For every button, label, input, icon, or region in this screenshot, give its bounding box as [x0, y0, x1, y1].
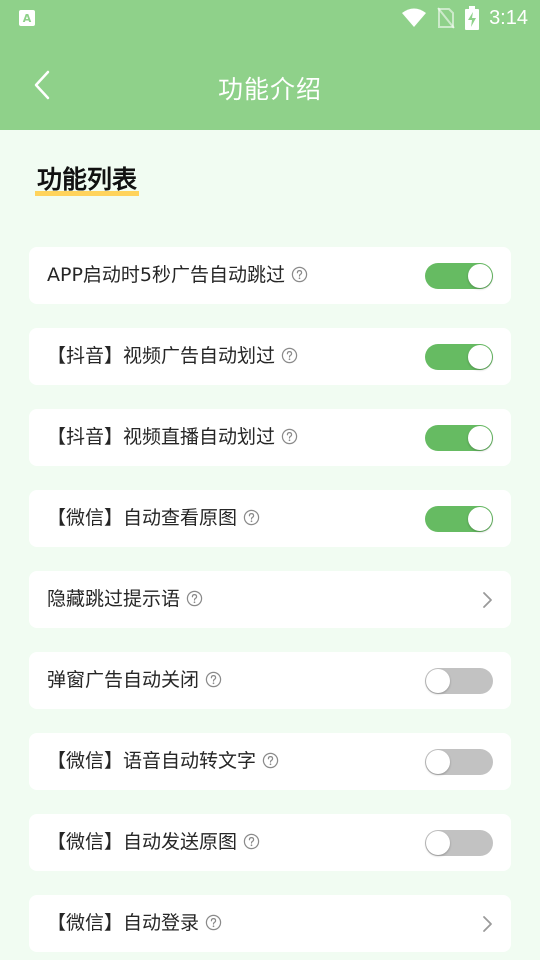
help-icon[interactable] — [243, 833, 260, 850]
feature-toggle[interactable] — [425, 506, 493, 532]
help-icon[interactable] — [205, 671, 222, 688]
help-icon[interactable] — [243, 509, 260, 526]
toggle-knob — [426, 831, 450, 855]
feature-row-douyin-live: 【抖音】视频直播自动划过 — [29, 409, 511, 466]
no-sim-icon — [437, 7, 455, 29]
feature-label-wrap: 弹窗广告自动关闭 — [47, 652, 222, 709]
toggle-knob — [468, 426, 492, 450]
header-bar: 功能介绍 — [0, 36, 540, 130]
feature-label-wrap: 【微信】语音自动转文字 — [47, 733, 279, 790]
toggle-knob — [468, 345, 492, 369]
feature-label-wrap: 【微信】自动登录 — [47, 895, 222, 952]
toggle-knob — [426, 669, 450, 693]
feature-row-hide-skip-hint[interactable]: 隐藏跳过提示语 — [29, 571, 511, 628]
feature-toggle[interactable] — [425, 263, 493, 289]
feature-toggle[interactable] — [425, 344, 493, 370]
feature-label: APP启动时5秒广告自动跳过 — [47, 264, 286, 286]
help-icon[interactable] — [291, 266, 308, 283]
feature-label: 隐藏跳过提示语 — [47, 588, 181, 610]
feature-row-wechat-voice-to-text: 【微信】语音自动转文字 — [29, 733, 511, 790]
feature-row-popup-ad-close: 弹窗广告自动关闭 — [29, 652, 511, 709]
feature-label-wrap: 【抖音】视频广告自动划过 — [47, 328, 298, 385]
feature-label: 【抖音】视频直播自动划过 — [47, 426, 276, 448]
chevron-right-icon[interactable] — [477, 590, 497, 610]
feature-row-wechat-auto-login[interactable]: 【微信】自动登录 — [29, 895, 511, 952]
chevron-right-icon[interactable] — [477, 914, 497, 934]
status-right-group: 3:14 — [401, 6, 528, 30]
battery-charging-icon — [465, 6, 480, 30]
feature-row-wechat-send-original: 【微信】自动发送原图 — [29, 814, 511, 871]
feature-label-wrap: 【微信】自动查看原图 — [47, 490, 260, 547]
feature-label: 【微信】语音自动转文字 — [47, 750, 257, 772]
feature-toggle[interactable] — [425, 668, 493, 694]
app-notification-glyph: A — [22, 11, 32, 25]
feature-label: 【抖音】视频广告自动划过 — [47, 345, 276, 367]
toggle-knob — [468, 507, 492, 531]
wifi-icon — [401, 8, 427, 28]
feature-toggle[interactable] — [425, 830, 493, 856]
feature-label: 【微信】自动查看原图 — [47, 507, 238, 529]
app-notification-icon: A — [19, 10, 35, 26]
status-bar: A 3:14 — [0, 0, 540, 36]
help-icon[interactable] — [281, 428, 298, 445]
feature-label-wrap: 隐藏跳过提示语 — [47, 571, 203, 628]
help-icon[interactable] — [262, 752, 279, 769]
status-time: 3:14 — [489, 6, 528, 29]
toggle-knob — [426, 750, 450, 774]
help-icon[interactable] — [186, 590, 203, 607]
feature-toggle[interactable] — [425, 749, 493, 775]
feature-label-wrap: 【抖音】视频直播自动划过 — [47, 409, 298, 466]
feature-label: 【微信】自动发送原图 — [47, 831, 238, 853]
feature-label-wrap: APP启动时5秒广告自动跳过 — [47, 247, 308, 304]
page-title: 功能介绍 — [217, 75, 322, 104]
section-title: 功能列表 — [35, 160, 140, 196]
help-icon[interactable] — [205, 914, 222, 931]
feature-row-app-ad-skip: APP启动时5秒广告自动跳过 — [29, 247, 511, 304]
feature-toggle[interactable] — [425, 425, 493, 451]
feature-row-wechat-view-original: 【微信】自动查看原图 — [29, 490, 511, 547]
feature-label: 弹窗广告自动关闭 — [47, 669, 200, 691]
feature-label: 【微信】自动登录 — [47, 912, 200, 934]
help-icon[interactable] — [281, 347, 298, 364]
feature-row-douyin-video-ad: 【抖音】视频广告自动划过 — [29, 328, 511, 385]
feature-label-wrap: 【微信】自动发送原图 — [47, 814, 260, 871]
toggle-knob — [468, 264, 492, 288]
